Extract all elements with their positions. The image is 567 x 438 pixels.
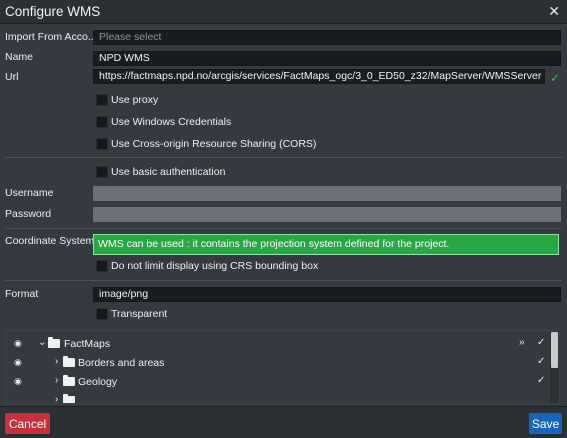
dialog-titlebar: Configure WMS ✕: [0, 0, 567, 24]
url-input[interactable]: https://factmaps.npd.no/arcgis/services/…: [93, 69, 545, 84]
folder-icon: [63, 356, 75, 367]
no-limit-crs-label: Do not limit display using CRS bounding …: [111, 260, 319, 272]
save-button[interactable]: Save: [529, 413, 562, 434]
collapse-all-icon[interactable]: »: [519, 337, 525, 348]
crs-label: Coordinate System: [5, 235, 95, 247]
use-basic-auth-label: Use basic authentication: [111, 166, 226, 178]
url-valid-check-icon: ✓: [550, 71, 561, 85]
separator: [5, 157, 562, 158]
layer-name: FactMaps: [64, 338, 111, 350]
no-limit-crs-option[interactable]: Do not limit display using CRS bounding …: [96, 259, 318, 273]
use-proxy-option[interactable]: Use proxy: [96, 93, 158, 107]
use-windows-credentials-option[interactable]: Use Windows Credentials: [96, 115, 231, 129]
use-cors-checkbox[interactable]: [96, 138, 108, 150]
use-proxy-label: Use proxy: [111, 94, 159, 106]
import-label: Import From Acco...: [5, 31, 97, 43]
close-icon[interactable]: ✕: [548, 3, 560, 20]
chevron-right-icon[interactable]: ›: [55, 375, 58, 386]
use-cors-option[interactable]: Use Cross-origin Resource Sharing (CORS): [96, 137, 316, 151]
crs-success-alert: WMS can be used : it contains the projec…: [93, 234, 559, 255]
no-limit-crs-checkbox[interactable]: [96, 260, 108, 272]
use-windows-credentials-label: Use Windows Credentials: [111, 116, 232, 128]
cancel-button[interactable]: Cancel: [5, 413, 50, 434]
layer-name: Geology: [78, 376, 118, 388]
tree-row-partial[interactable]: ›: [7, 392, 549, 403]
dialog-footer: Cancel Save: [0, 406, 567, 438]
transparent-option[interactable]: Transparent: [96, 307, 167, 321]
tree-scrollbar-thumb[interactable]: [551, 332, 558, 368]
chevron-right-icon[interactable]: ›: [55, 356, 58, 367]
url-label: Url: [5, 71, 19, 83]
username-label: Username: [5, 187, 54, 199]
password-input[interactable]: [93, 207, 561, 222]
eye-icon[interactable]: ◉: [14, 357, 22, 368]
separator: [5, 280, 562, 281]
use-cors-label: Use Cross-origin Resource Sharing (CORS): [111, 138, 317, 150]
format-label: Format: [5, 288, 39, 300]
format-select[interactable]: image/png: [93, 287, 561, 302]
folder-icon: [48, 337, 60, 348]
check-icon[interactable]: ✓: [537, 337, 545, 348]
use-windows-credentials-checkbox[interactable]: [96, 116, 108, 128]
name-input[interactable]: NPD WMS: [93, 51, 561, 66]
eye-icon[interactable]: ◉: [14, 338, 22, 349]
chevron-right-icon[interactable]: ›: [55, 394, 58, 403]
folder-icon: [63, 394, 75, 403]
layer-name: Borders and areas: [78, 357, 165, 369]
check-icon[interactable]: ✓: [537, 356, 545, 367]
tree-row[interactable]: ◉ ⌄ FactMaps » ✓: [7, 335, 549, 354]
use-proxy-checkbox[interactable]: [96, 94, 108, 106]
transparent-label: Transparent: [111, 308, 168, 320]
name-label: Name: [5, 51, 34, 63]
layer-tree[interactable]: ◉ ⌄ FactMaps » ✓ ◉ › Borders and areas ✓…: [6, 330, 560, 404]
tree-row[interactable]: ◉ › Borders and areas ✓: [7, 354, 549, 373]
dialog-body: Import From Acco... Please select Name N…: [0, 24, 567, 406]
import-select[interactable]: Please select: [93, 30, 561, 45]
tree-scrollbar[interactable]: [550, 331, 559, 403]
folder-icon: [63, 375, 75, 386]
separator: [5, 228, 562, 229]
chevron-down-icon[interactable]: ⌄: [38, 337, 46, 348]
password-label: Password: [5, 208, 52, 220]
dialog-title: Configure WMS: [5, 4, 101, 19]
username-input[interactable]: [93, 186, 561, 201]
transparent-checkbox[interactable]: [96, 308, 108, 320]
use-basic-auth-checkbox[interactable]: [96, 166, 108, 178]
eye-icon[interactable]: ◉: [14, 376, 22, 387]
tree-row[interactable]: ◉ › Geology ✓: [7, 373, 549, 392]
check-icon[interactable]: ✓: [537, 375, 545, 386]
use-basic-auth-option[interactable]: Use basic authentication: [96, 165, 225, 179]
